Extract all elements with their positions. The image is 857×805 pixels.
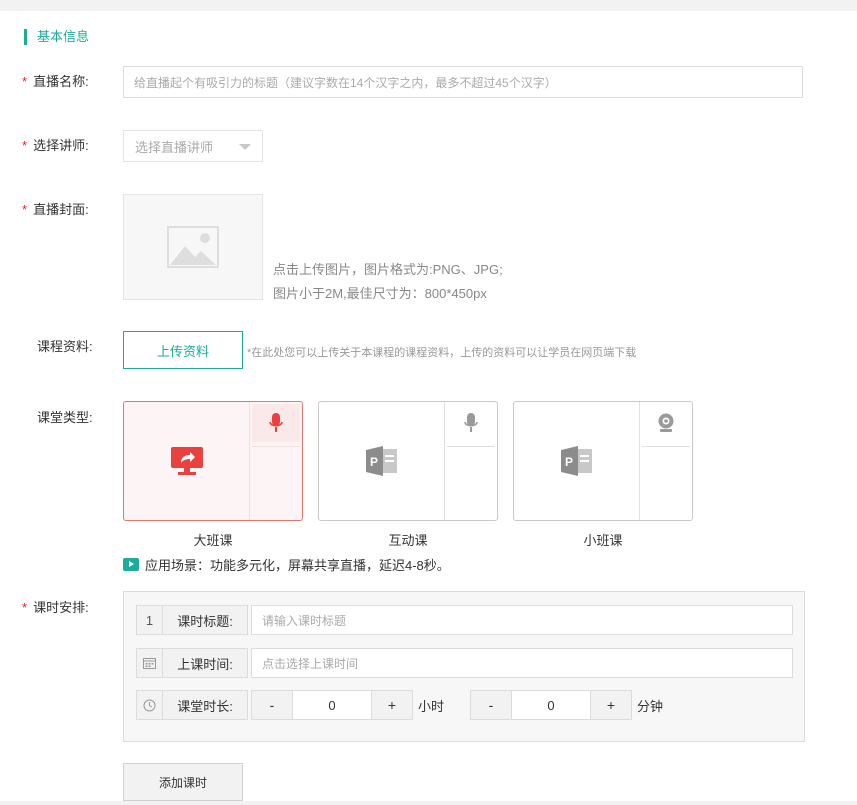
required-mark: * [22, 74, 28, 89]
hours-stepper: - 0 + [251, 690, 413, 720]
room-option-small-label: 小班课 [583, 533, 623, 548]
microphone-icon [269, 413, 283, 432]
hours-decrement-button[interactable]: - [251, 690, 293, 720]
cover-hint-size: 图片小于2M,最佳尺寸为：800*450px [273, 286, 487, 301]
svg-text:P: P [370, 455, 378, 469]
chevron-down-icon [239, 144, 251, 150]
minutes-increment-button[interactable]: + [590, 690, 632, 720]
required-mark: * [22, 600, 28, 615]
lesson-duration-label: 课堂时长: [136, 690, 248, 720]
cover-hint-format: 点击上传图片，图片格式为:PNG、JPG; [273, 262, 503, 277]
lesson-index: 1 [137, 606, 163, 634]
material-label: 课程资料: [37, 339, 93, 354]
schedule-box: 1 课时标题: 请输入课时标题 上课时间: 点击选择上课时间 课堂时长: - 0… [123, 591, 805, 742]
teacher-select[interactable]: 选择直播讲师 [123, 130, 263, 162]
hours-unit: 小时 [418, 699, 445, 714]
cover-upload[interactable] [123, 194, 263, 300]
scene-description: 应用场景：功能多元化，屏幕共享直播，延迟4-8秒。 [123, 555, 450, 574]
schedule-label: * 课时安排: [22, 600, 89, 615]
basic-info-panel: 基本信息 * 直播名称: 给直播起个有吸引力的标题（建议字数在14个汉字之内，最多… [0, 11, 857, 801]
lesson-title-label: 1 课时标题: [136, 605, 248, 635]
minutes-unit: 分钟 [637, 699, 664, 714]
lesson-title-input[interactable]: 请输入课时标题 [251, 605, 793, 635]
webcam-icon [658, 413, 674, 432]
room-option-large-label: 大班课 [193, 533, 233, 548]
upload-material-button[interactable]: 上传资料 [123, 331, 243, 369]
tv-icon [123, 558, 139, 571]
scene-text: 应用场景：功能多元化，屏幕共享直播，延迟4-8秒。 [145, 558, 450, 573]
room-option-large[interactable] [123, 401, 303, 521]
section-title: 基本信息 [24, 29, 89, 45]
add-lesson-button[interactable]: 添加课时 [123, 763, 243, 801]
room-option-small[interactable]: P [513, 401, 693, 521]
minutes-value[interactable]: 0 [511, 690, 591, 720]
room-type-label: 课堂类型: [37, 410, 93, 425]
teacher-select-value: 选择直播讲师 [135, 139, 214, 155]
minutes-decrement-button[interactable]: - [470, 690, 512, 720]
cover-label: * 直播封面: [22, 202, 89, 217]
lesson-time-label: 上课时间: [136, 648, 248, 678]
screen-share-icon [170, 447, 203, 475]
image-placeholder-icon [167, 226, 219, 268]
lesson-time-input[interactable]: 点击选择上课时间 [251, 648, 793, 678]
teacher-label: * 选择讲师: [22, 138, 89, 153]
room-option-interactive[interactable]: P [318, 401, 498, 521]
powerpoint-icon: P [365, 446, 397, 476]
clock-icon [143, 699, 156, 711]
powerpoint-icon: P [560, 446, 592, 476]
cover-hint: 点击上传图片，图片格式为:PNG、JPG; 图片小于2M,最佳尺寸为：800*4… [273, 258, 503, 306]
svg-text:P: P [565, 455, 573, 469]
minutes-stepper: - 0 + [470, 690, 632, 720]
upload-note: *在此处您可以上传关于本课程的课程资料，上传的资料可以让学员在网页端下载 [247, 347, 637, 359]
hours-increment-button[interactable]: + [371, 690, 413, 720]
microphone-icon [464, 413, 478, 432]
live-name-label: * 直播名称: [22, 74, 89, 89]
room-option-interactive-label: 互动课 [388, 533, 428, 548]
live-name-input[interactable]: 给直播起个有吸引力的标题（建议字数在14个汉字之内，最多不超过45个汉字） [123, 66, 803, 98]
hours-value[interactable]: 0 [292, 690, 372, 720]
calendar-icon [143, 658, 156, 669]
required-mark: * [22, 202, 28, 217]
required-mark: * [22, 138, 28, 153]
